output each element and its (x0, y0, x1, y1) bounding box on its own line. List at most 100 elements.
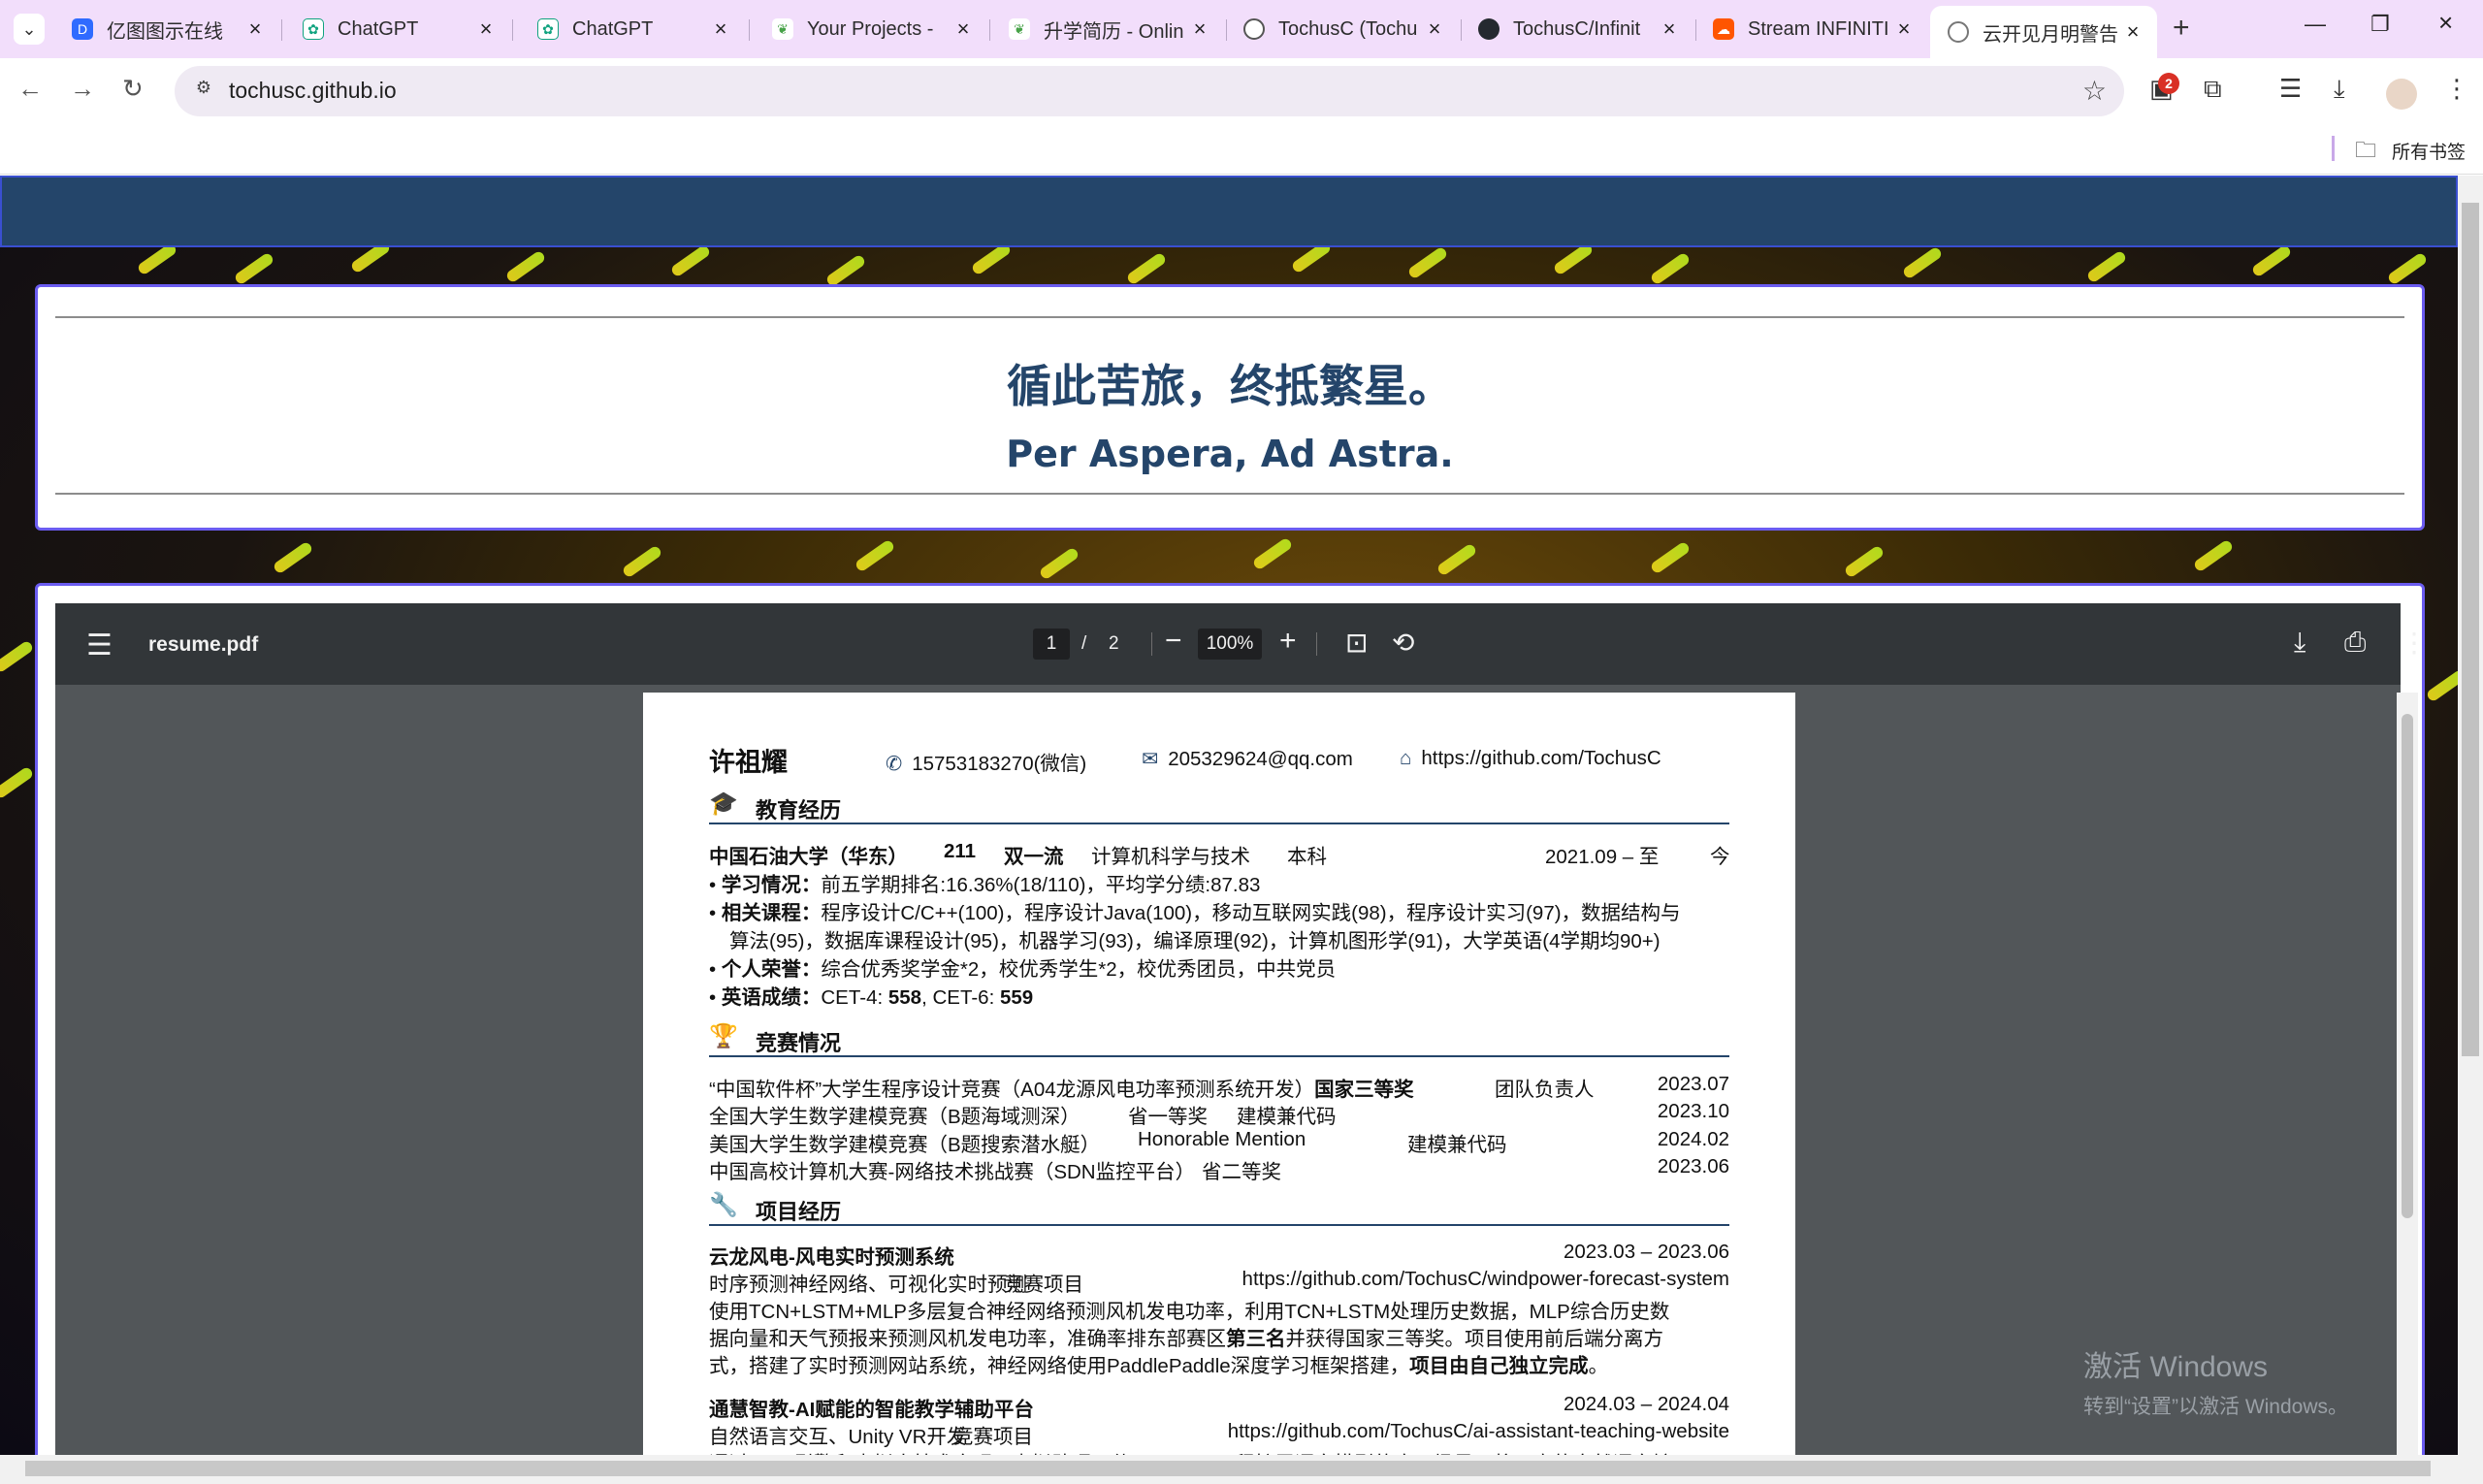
decorative-streak (2386, 251, 2429, 286)
close-icon[interactable]: × (1659, 16, 1680, 42)
reload-button[interactable]: ↻ (122, 74, 144, 104)
page-hscrollbar-thumb[interactable] (25, 1461, 2431, 1476)
decorative-streak (1649, 251, 1692, 286)
restore-button[interactable]: ❐ (2370, 12, 2390, 37)
tab-2[interactable]: ✿ ChatGPT × (520, 8, 745, 50)
project-tags: 自然语言交互、Unity VR开发 (709, 1426, 967, 1448)
project-link[interactable]: https://github.com/TochusC/ai-assistant-… (1228, 1420, 1729, 1443)
decorative-streak (1649, 540, 1692, 575)
page-vertical-scrollbar[interactable] (2458, 176, 2483, 1455)
all-bookmarks-button[interactable]: 所有书签 (2392, 138, 2466, 164)
pdf-viewer: ☰ resume.pdf 1 / 2 − 100% + ⊡ ⟲ ⤓ ⎙ ⋮ 许祖… (55, 603, 2428, 1455)
soundcloud-icon: ☁ (1713, 18, 1734, 40)
media-control-icon[interactable]: ☰ (2279, 74, 2302, 104)
more-menu-icon[interactable]: ⋮ (2444, 74, 2469, 104)
fit-to-page-icon[interactable]: ⊡ (1345, 627, 1368, 659)
close-icon[interactable]: × (710, 16, 731, 42)
zoom-level-input[interactable]: 100% (1198, 629, 1262, 660)
rotate-icon[interactable]: ⟲ (1392, 627, 1414, 659)
print-icon[interactable]: ⎙ (2344, 627, 2366, 659)
close-icon[interactable]: × (1893, 16, 1915, 42)
page-total: 2 (1109, 633, 1119, 654)
page-horizontal-scrollbar[interactable] (0, 1455, 2483, 1484)
project-description: 通过Unity引擎和虚拟人技术实现AI虚拟助理，使用Prompt工程扩展语言模型… (709, 1447, 1672, 1455)
site-settings-icon[interactable]: ⚙ (190, 78, 217, 105)
extension-badge: 2 (2158, 73, 2179, 94)
reload-icon: ↻ (122, 74, 144, 103)
plus-icon: + (1279, 625, 1297, 657)
bookmark-star-icon[interactable]: ☆ (2082, 75, 2107, 107)
competition-award: Honorable Mention (1138, 1128, 1306, 1150)
competition-role: 建模兼代码 (1237, 1106, 1337, 1128)
tab-4[interactable]: ❦ 升学简历 - Onlin × (991, 8, 1224, 50)
new-tab-button[interactable]: + (2173, 12, 2190, 45)
folder-icon[interactable]: 🗀 (2355, 134, 2376, 171)
decorative-streak (669, 243, 712, 278)
close-icon[interactable]: × (2122, 19, 2144, 45)
divider (55, 316, 2404, 318)
competition-date: 2023.07 (1657, 1073, 1729, 1095)
watermark-subtitle: 转到“设置”以激活 Windows。 (2083, 1396, 2349, 1418)
list-item: • 学习情况：前五学期排名:16.36%(18/110)，平均学分绩:87.83 (709, 874, 1261, 896)
close-icon[interactable]: × (475, 16, 497, 42)
page-number-input[interactable]: 1 (1033, 629, 1070, 660)
project-link[interactable]: https://github.com/TochusC/windpower-for… (1242, 1268, 1729, 1291)
project-description: 据向量和天气预报来预测风机发电功率，准确率排东部赛区第三名并获得国家三等奖。项目… (709, 1328, 1663, 1350)
competition-role: 团队负责人 (1495, 1079, 1595, 1101)
tab-search-button[interactable]: ⌄ (14, 14, 45, 45)
decorative-streak (0, 639, 35, 674)
tab-0[interactable]: D 亿图图示在线 × (54, 8, 279, 50)
section-rule (709, 1055, 1729, 1057)
decorative-streak (1038, 546, 1080, 581)
project-kind: 竞赛项目 (1004, 1274, 1083, 1296)
watermark-title: 激活 Windows (2083, 1351, 2269, 1383)
zoom-out-button[interactable]: − (1165, 625, 1182, 658)
tab-6[interactable]: TochusC/Infinit × (1461, 8, 1693, 50)
forward-button[interactable]: → (70, 74, 95, 104)
tab-3[interactable]: ❦ Your Projects - × (755, 8, 987, 50)
close-icon[interactable]: × (952, 16, 974, 42)
contact-homepage[interactable]: ⌂ https://github.com/TochusC (1400, 747, 1661, 770)
page-separator: / (1081, 633, 1087, 654)
tab-1[interactable]: ✿ ChatGPT × (285, 8, 510, 50)
decorative-streak (824, 253, 867, 288)
hamburger-menu-icon[interactable]: ☰ (86, 629, 113, 662)
tab-7[interactable]: ☁ Stream INFINITI × (1695, 8, 1928, 50)
download-icon[interactable]: ⤓ (2334, 74, 2345, 105)
more-options-icon[interactable]: ⋮ (2401, 627, 2428, 659)
minimize-icon: — (2305, 12, 2326, 36)
profile-icon (1243, 18, 1265, 40)
minus-icon: − (1165, 625, 1182, 657)
decorative-streak (272, 540, 314, 575)
extensions-puzzle-icon[interactable]: ⧉ (2204, 74, 2222, 105)
close-icon[interactable]: × (1189, 16, 1210, 42)
competition-row: 全国大学生数学建模竞赛（B题海域测深） (709, 1106, 1080, 1128)
trophy-icon: 🏆 (709, 1023, 738, 1049)
avatar[interactable] (2386, 79, 2417, 110)
back-button[interactable]: ← (17, 74, 43, 104)
minimize-button[interactable]: — (2305, 12, 2326, 37)
competition-row: 美国大学生数学建模竞赛（B题搜索潜水艇） (709, 1134, 1101, 1156)
project-tags: 时序预测神经网络、可视化实时预测 (709, 1274, 1027, 1296)
list-item-continuation: 算法(95)，数据库课程设计(95)，机器学习(93)，编译原理(92)，计算机… (729, 930, 1661, 952)
leaf-icon: ❦ (772, 18, 793, 40)
close-icon[interactable]: × (1424, 16, 1445, 42)
tab-8-active[interactable]: 云开见月明警告 × (1930, 6, 2157, 58)
pdf-scrollbar[interactable] (2397, 693, 2418, 1455)
pdf-toolbar: ☰ resume.pdf 1 / 2 − 100% + ⊡ ⟲ ⤓ ⎙ ⋮ (55, 603, 2428, 685)
decorative-streak (2425, 668, 2458, 703)
address-bar[interactable]: ⚙ tochusc.github.io ☆ (175, 66, 2124, 116)
competition-role: 建模兼代码 (1407, 1134, 1507, 1156)
pdf-filename: resume.pdf (148, 633, 259, 656)
zoom-in-button[interactable]: + (1279, 625, 1297, 658)
url-text[interactable]: tochusc.github.io (229, 78, 397, 104)
download-icon[interactable]: ⤓ (2294, 627, 2306, 659)
decorative-streak (1843, 544, 1886, 579)
pdf-scrollbar-thumb[interactable] (2402, 714, 2413, 1218)
competition-award: 省二等奖 (1202, 1161, 1281, 1183)
page-scrollbar-thumb[interactable] (2462, 203, 2479, 1056)
close-window-button[interactable]: × (2438, 8, 2453, 38)
close-icon[interactable]: × (244, 16, 266, 42)
tab-5[interactable]: TochusC (Tochu × (1226, 8, 1459, 50)
restore-icon: ❐ (2370, 12, 2390, 36)
